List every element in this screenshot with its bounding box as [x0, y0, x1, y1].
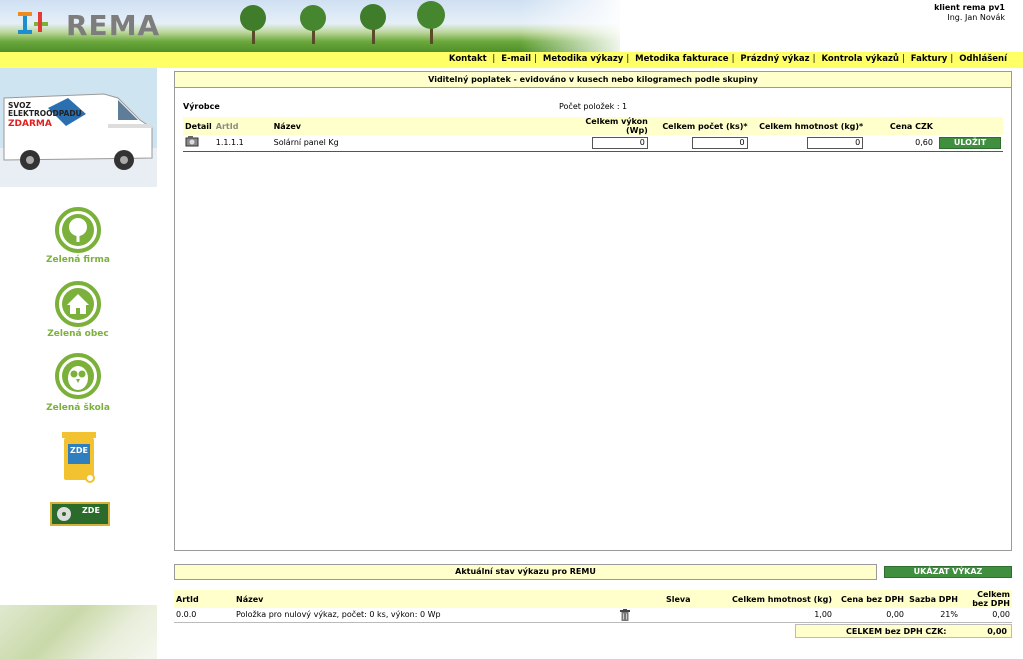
- trees-illustration: [240, 1, 445, 44]
- total-box: CELKEM bez DPH CZK: 0,00: [795, 624, 1012, 638]
- product-table: Detail ArtId Název Celkem výkon (Wp) Cel…: [183, 117, 1003, 152]
- zde-banner[interactable]: ZDE: [50, 502, 110, 526]
- user-box: klient rema pv1 Ing. Jan Novák: [934, 3, 1005, 23]
- col-hmotnost: Celkem hmotnost (kg)*: [749, 117, 866, 135]
- tree-badge-icon: [55, 207, 101, 253]
- zelena-firma-logo[interactable]: Zelená firma: [46, 207, 110, 265]
- zelena-skola-logo[interactable]: Zelená škola: [46, 353, 110, 413]
- table-header: Detail ArtId Název Celkem výkon (Wp) Cel…: [183, 117, 1003, 135]
- rema-logo[interactable]: REMA: [16, 6, 159, 42]
- bin-icon: [62, 432, 96, 483]
- vykon-input[interactable]: [591, 136, 648, 149]
- row-name: Solární panel Kg: [271, 135, 570, 152]
- col-detail: Detail: [183, 117, 214, 135]
- col-cena: Cena CZK: [865, 117, 935, 135]
- nav-email[interactable]: E-mail: [501, 54, 531, 64]
- owl-badge-icon: [55, 353, 101, 399]
- total-value: 0,00: [987, 627, 1007, 636]
- row-sazba: 21%: [906, 608, 960, 623]
- item-count: Počet položek : 1: [559, 102, 628, 111]
- van-text: SVOZ ELEKTROODPADU ZDARMA: [8, 101, 82, 129]
- nav-faktury[interactable]: Faktury: [911, 54, 948, 64]
- producer-label: Výrobce: [183, 102, 220, 111]
- logo-text: REMA: [66, 9, 161, 42]
- trash-icon[interactable]: [620, 609, 630, 621]
- panel-title: Viditelný poplatek - evidováno v kusech …: [175, 72, 1011, 88]
- product-panel: Viditelný poplatek - evidováno v kusech …: [174, 71, 1012, 551]
- row-hmotnost: 1,00: [714, 608, 834, 623]
- table-row: 1.1.1.1 Solární panel Kg 0,60 ULOŽIT: [183, 135, 1003, 152]
- hmotnost-input[interactable]: [807, 136, 864, 149]
- row-artid: 1.1.1.1: [213, 135, 272, 152]
- report-table: ArtId Název Sleva Celkem hmotnost (kg) C…: [174, 590, 1012, 623]
- col-sazba-dph: Sazba DPH: [906, 590, 960, 608]
- house-badge-icon: [55, 281, 101, 327]
- user-account: klient rema pv1: [934, 3, 1005, 12]
- header: REMA klient rema pv1 Ing. Jan Novák: [0, 0, 1023, 52]
- row-sleva: [664, 608, 714, 623]
- nav-kontakt[interactable]: Kontakt: [449, 54, 487, 64]
- table-header: ArtId Název Sleva Celkem hmotnost (kg) C…: [174, 590, 1012, 608]
- col-cena-bez-dph: Cena bez DPH: [834, 590, 906, 608]
- col-celkem-bez-dph: Celkem bez DPH: [960, 590, 1012, 608]
- nav-metodika-vykazy[interactable]: Metodika výkazy: [543, 54, 623, 64]
- col-pocet: Celkem počet (ks)*: [649, 117, 750, 135]
- pocet-input[interactable]: [691, 136, 748, 149]
- row-cena: 0,00: [834, 608, 906, 623]
- table-row: 0.0.0 Položka pro nulový výkaz, počet: 0…: [174, 608, 1012, 623]
- nav-prazdny-vykaz[interactable]: Prázdný výkaz: [740, 54, 809, 64]
- detail-icon[interactable]: [185, 136, 199, 147]
- leaf-decoration: [0, 605, 157, 659]
- nav-kontrola-vykazu[interactable]: Kontrola výkazů: [821, 54, 899, 64]
- col-nazev: Název: [234, 590, 664, 608]
- col-sleva: Sleva: [664, 590, 714, 608]
- row-name: Položka pro nulový výkaz, počet: 0 ks, v…: [236, 610, 441, 620]
- nav-metodika-fakturace[interactable]: Metodika fakturace: [635, 54, 728, 64]
- col-nazev: Název: [271, 117, 570, 135]
- van-banner[interactable]: SVOZ ELEKTROODPADU ZDARMA: [0, 68, 157, 187]
- show-report-button[interactable]: UKÁZAT VÝKAZ: [884, 566, 1012, 578]
- col-vykon: Celkem výkon (Wp): [569, 117, 650, 135]
- row-price: 0,60: [865, 135, 935, 152]
- nav-odhlaseni[interactable]: Odhlášení: [959, 54, 1007, 64]
- save-button[interactable]: ULOŽIT: [939, 136, 1001, 149]
- rema-logo-icon: [18, 12, 48, 34]
- row-artid: 0.0.0: [174, 608, 234, 623]
- disc-icon: [57, 507, 71, 521]
- row-celkem: 0,00: [960, 608, 1012, 623]
- zelena-obec-logo[interactable]: Zelená obec: [46, 281, 110, 339]
- top-navigation: Kontakt | E-mail | Metodika výkazy | Metod…: [0, 52, 1023, 68]
- recycle-bin-badge[interactable]: ZDE: [60, 430, 98, 484]
- report-title: Aktuální stav výkazu pro REMU: [174, 564, 877, 580]
- col-artid[interactable]: ArtId: [213, 117, 272, 135]
- col-hmotnost: Celkem hmotnost (kg): [714, 590, 834, 608]
- user-full-name: Ing. Jan Novák: [947, 13, 1005, 22]
- left-sidebar: SVOZ ELEKTROODPADU ZDARMA Zelená firma Z…: [0, 68, 157, 659]
- total-label: CELKEM bez DPH CZK:: [846, 627, 947, 636]
- col-artid: ArtId: [174, 590, 234, 608]
